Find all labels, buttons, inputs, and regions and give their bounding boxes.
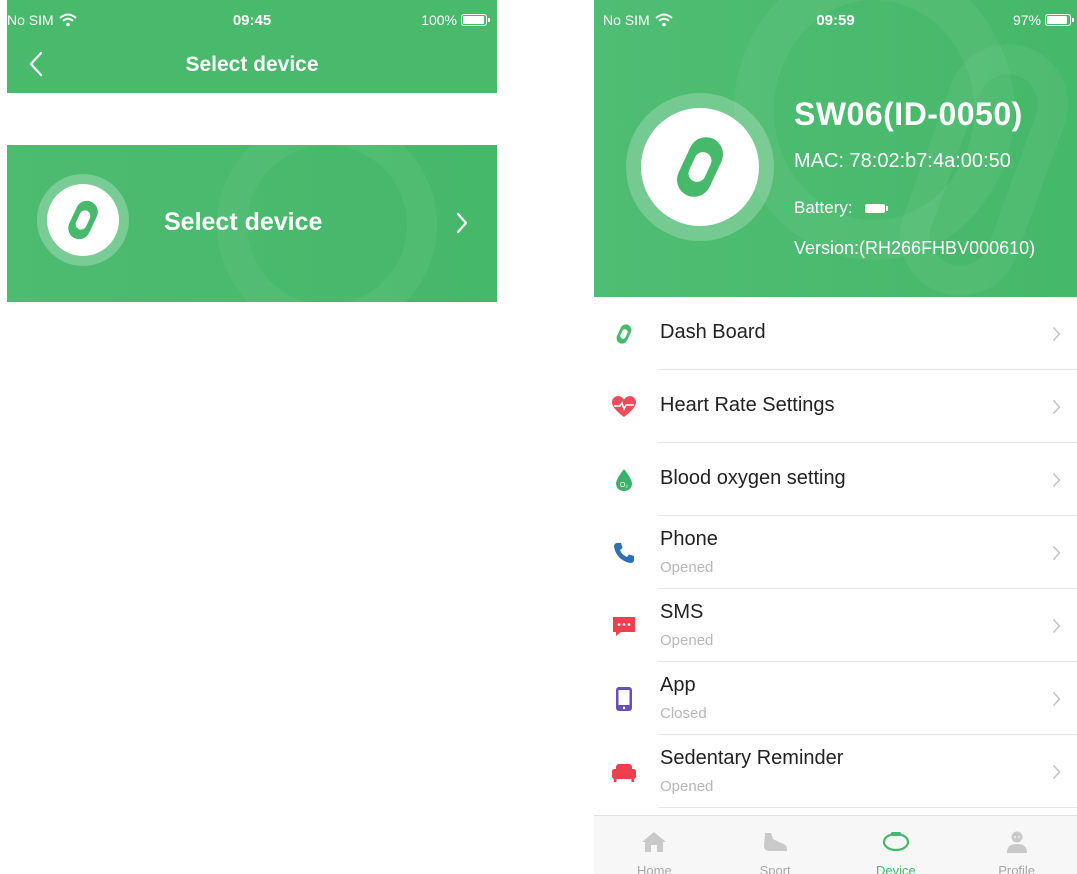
- person-icon: [1003, 830, 1031, 854]
- menu-item-label: Heart Rate Settings: [660, 394, 835, 416]
- menu-item-sms[interactable]: SMS Opened: [594, 589, 1077, 662]
- select-device-label: Select device: [164, 208, 323, 236]
- tab-label: Profile: [998, 863, 1036, 874]
- menu-item-phone[interactable]: Phone Opened: [594, 516, 1077, 589]
- device-header: No SIM 09:59 97% SW06(ID-0050) MAC: 78:0…: [594, 0, 1077, 297]
- menu-item-label: App: [660, 674, 696, 696]
- chevron-right-icon: [1052, 764, 1061, 780]
- page-title: Select device: [185, 53, 319, 76]
- battery-group: 100%: [421, 12, 490, 28]
- menu-item-label: Blood oxygen setting: [660, 467, 846, 489]
- band-logo-icon: [641, 108, 759, 226]
- app-icon: [611, 686, 637, 712]
- status-bar: No SIM 09:59 97%: [594, 0, 1077, 38]
- chevron-right-icon: [1052, 399, 1061, 415]
- chevron-right-icon: [1052, 618, 1061, 634]
- battery-icon: [1045, 14, 1074, 26]
- chevron-right-icon: [1052, 691, 1061, 707]
- battery-percent: 97%: [1012, 12, 1041, 28]
- battery-label: Battery:: [794, 198, 853, 217]
- bottom-tab-bar: Home Sport Device Profile: [594, 815, 1077, 874]
- tab-home[interactable]: Home: [594, 816, 715, 874]
- svg-text:O₂: O₂: [620, 482, 628, 489]
- menu-item-sedentary-reminder[interactable]: Sedentary Reminder Opened: [594, 735, 1077, 808]
- device-version: Version:(RH266FHBV000610): [794, 238, 1036, 258]
- phone-icon: [611, 540, 637, 566]
- tab-label: Device: [876, 863, 916, 874]
- tab-profile[interactable]: Profile: [956, 816, 1077, 874]
- band-logo-icon: [47, 184, 119, 256]
- device-menu-list: Dash Board Heart Rate Settings O₂ Blood …: [594, 297, 1077, 808]
- menu-item-dash-board[interactable]: Dash Board: [594, 297, 1077, 370]
- top-bar: No SIM 09:45 100% Select device: [7, 0, 497, 93]
- status-time: 09:59: [816, 12, 855, 29]
- battery-percent: 100%: [421, 12, 457, 28]
- menu-item-heart-rate-settings[interactable]: Heart Rate Settings: [594, 370, 1077, 443]
- watch-icon: [882, 830, 910, 854]
- menu-item-status: Closed: [660, 705, 707, 722]
- sms-icon: [611, 613, 637, 639]
- select-device-screen: No SIM 09:45 100% Select device Select d…: [7, 0, 497, 874]
- screenshot-canvas: No SIM 09:45 100% Select device Select d…: [0, 0, 1077, 874]
- battery-icon: [461, 14, 490, 26]
- shoe-icon: [761, 830, 789, 854]
- tab-label: Home: [637, 863, 672, 874]
- heart-icon: [611, 394, 637, 420]
- row-divider: [658, 807, 1077, 808]
- chevron-right-icon: [1052, 326, 1061, 342]
- battery-group: 97%: [1012, 12, 1074, 28]
- menu-item-blood-oxygen[interactable]: O₂ Blood oxygen setting: [594, 443, 1077, 516]
- menu-item-label: Sedentary Reminder: [660, 747, 844, 769]
- battery-icon: [864, 203, 888, 213]
- tab-device[interactable]: Device: [836, 816, 957, 874]
- chevron-right-icon: [456, 212, 468, 234]
- sofa-icon: [611, 759, 637, 785]
- menu-item-status: Opened: [660, 632, 714, 649]
- device-battery: Battery:: [794, 198, 888, 218]
- menu-item-status: Opened: [660, 559, 714, 576]
- home-icon: [640, 830, 668, 854]
- tab-sport[interactable]: Sport: [715, 816, 836, 874]
- band-icon: [611, 321, 637, 347]
- device-screen: No SIM 09:59 97% SW06(ID-0050) MAC: 78:0…: [594, 0, 1077, 874]
- device-mac: MAC: 78:02:b7:4a:00:50: [794, 150, 1011, 172]
- menu-item-app[interactable]: App Closed: [594, 662, 1077, 735]
- menu-item-label: SMS: [660, 601, 704, 623]
- oxygen-drop-icon: O₂: [611, 467, 637, 493]
- chevron-right-icon: [1052, 545, 1061, 561]
- nav-bar: Select device: [7, 40, 497, 90]
- status-bar: No SIM 09:45 100%: [7, 0, 497, 38]
- chevron-right-icon: [1052, 472, 1061, 488]
- tab-label: Sport: [759, 863, 791, 874]
- menu-item-label: Dash Board: [660, 321, 766, 343]
- select-device-card[interactable]: Select device: [7, 145, 497, 302]
- menu-item-label: Phone: [660, 528, 718, 550]
- menu-item-status: Opened: [660, 778, 714, 795]
- device-name: SW06(ID-0050): [794, 96, 1023, 132]
